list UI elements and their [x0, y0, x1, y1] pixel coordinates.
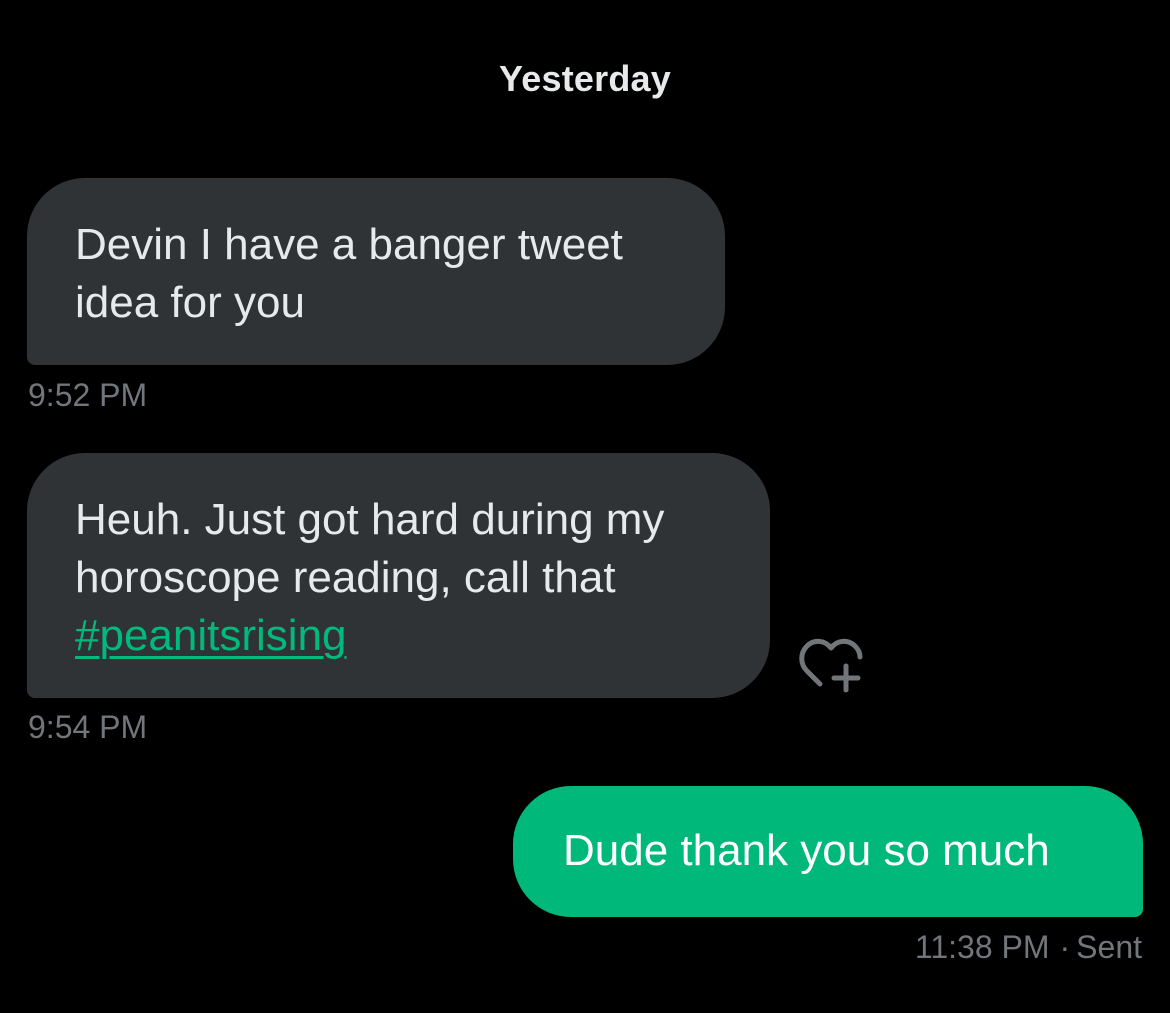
date-divider: Yesterday: [499, 58, 671, 99]
message-meta: 11:38 PM · Sent: [915, 929, 1142, 966]
hashtag-link[interactable]: #peanitsrising: [75, 611, 347, 660]
message-timestamp: 11:38 PM: [914, 929, 1050, 965]
message-text: Dude thank you so much: [563, 826, 1050, 875]
message-timestamp: 9:54 PM: [28, 709, 148, 745]
message-text: Devin I have a banger tweet idea for you: [75, 220, 623, 327]
message-timestamp: 9:52 PM: [28, 377, 148, 413]
delivery-status: Sent: [1076, 929, 1142, 965]
add-reaction-heart-icon[interactable]: [798, 634, 864, 694]
received-message-bubble[interactable]: Heuh. Just got hard during my horoscope …: [27, 453, 770, 698]
sent-message-bubble[interactable]: Dude thank you so much: [513, 786, 1143, 917]
received-message-bubble[interactable]: Devin I have a banger tweet idea for you: [27, 178, 725, 365]
message-text: Heuh. Just got hard during my horoscope …: [75, 495, 665, 602]
meta-separator: ·: [1059, 929, 1071, 965]
